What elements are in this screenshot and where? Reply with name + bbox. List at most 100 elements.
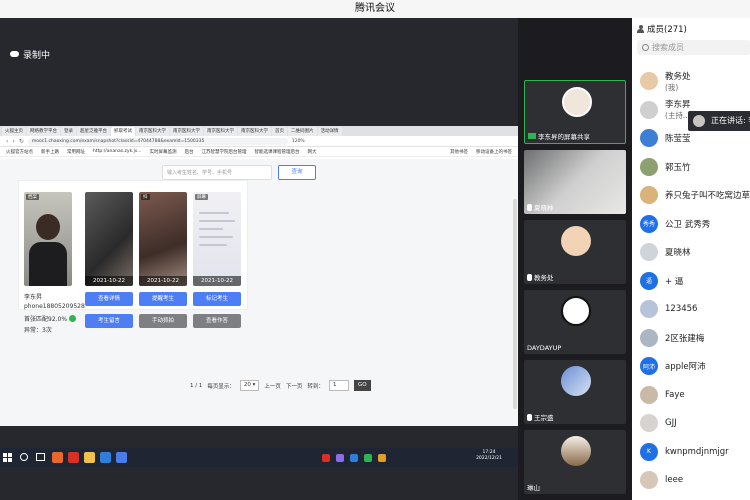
forward-icon[interactable]: › — [12, 138, 14, 145]
video-tile[interactable]: 教务处 — [524, 220, 626, 284]
member-item[interactable]: Kkwnpmdjnmjgr — [640, 442, 729, 461]
member-name-block: leee — [665, 475, 683, 485]
member-item[interactable]: 李东昇 (主持... — [640, 100, 691, 120]
browser-tab-active[interactable]: 抓取考试 — [111, 126, 135, 136]
bookmark-item[interactable]: 智能选课课程管理后台 — [255, 149, 300, 155]
next-page-link[interactable]: 下一页 — [286, 382, 303, 390]
member-item[interactable]: 陈莹莹 — [640, 129, 691, 147]
video-label-text: 教务处 — [534, 274, 554, 282]
url-field[interactable]: mooc1.chaoxing.com/exam/snapshot?classId… — [27, 137, 288, 145]
member-item[interactable]: leee — [640, 471, 683, 489]
prev-page-link[interactable]: 上一页 — [264, 382, 281, 390]
browser-tab[interactable]: 登录 — [61, 126, 76, 136]
member-item[interactable]: 夏晓林 — [640, 243, 691, 261]
avatar — [640, 157, 658, 176]
browser-tab[interactable]: 南京医科大学 — [136, 126, 169, 136]
video-tile[interactable]: 王宗盛 — [524, 360, 626, 424]
member-name: 夏晓林 — [665, 248, 691, 258]
tray-app-icon[interactable] — [350, 454, 358, 462]
folder-icon[interactable] — [84, 452, 95, 463]
member-name: 李东昇 — [665, 100, 691, 110]
go-button[interactable]: GO — [353, 380, 371, 391]
video-tile[interactable]: DAYDAYUP — [524, 290, 626, 354]
student-search-input[interactable]: 输入考生姓名、学号、手机号 — [162, 165, 272, 180]
bookmark-item[interactable]: http://ananas.zyk.js... — [93, 149, 142, 154]
recording-label: 录制中 — [23, 50, 51, 61]
video-label-text: DAYDAYUP — [527, 344, 562, 352]
browser-tab[interactable]: 火狐主页 — [2, 126, 26, 136]
browser-address-bar: ‹ › ↻ mooc1.chaoxing.com/exam/snapshot?c… — [0, 136, 518, 147]
tray-app-icon[interactable] — [336, 454, 344, 462]
avatar — [640, 300, 658, 318]
bookmark-item[interactable]: 新手上路 — [41, 149, 59, 155]
avatar: K — [640, 442, 658, 461]
firefox-icon[interactable] — [52, 452, 63, 463]
video-tile[interactable]: 李东昇的屏幕共享 — [524, 80, 626, 144]
browser-tab[interactable]: 南京医科大学 — [204, 126, 237, 136]
browser-tab[interactable]: 活动详情 — [317, 126, 342, 136]
task-view-icon[interactable] — [36, 453, 45, 461]
member-item[interactable]: 郭玉竹 — [640, 157, 691, 176]
recording-indicator[interactable]: 录制中 — [10, 47, 50, 61]
windows-start-icon[interactable] — [3, 453, 12, 462]
manual-capture-button[interactable]: 手动抓拍 — [139, 314, 187, 328]
bookmark-item[interactable]: 其他书签 — [450, 149, 468, 155]
app-icon[interactable] — [100, 452, 111, 463]
avatar — [561, 436, 591, 466]
browser-tab[interactable]: 首页 — [272, 126, 287, 136]
member-item[interactable]: 123456 — [640, 300, 697, 318]
remind-student-button[interactable]: 提醒考生 — [139, 292, 187, 306]
bookmark-item[interactable]: 网大 — [308, 149, 317, 155]
view-answers-button[interactable]: 查看作答 — [193, 314, 241, 328]
browser-tab[interactable]: 二维码图片 — [288, 126, 317, 136]
search-button[interactable]: 查询 — [278, 165, 316, 180]
member-name-block: 2区张建梅 — [665, 332, 704, 344]
bookmark-item[interactable]: 后台 — [185, 149, 194, 155]
browser-tab[interactable]: 南京医科大学 — [238, 126, 271, 136]
bookmark-item[interactable]: 移动设备上的书签 — [476, 149, 512, 155]
mark-student-button[interactable]: 标记考生 — [193, 292, 241, 306]
member-item[interactable]: GJJ — [640, 414, 677, 432]
zoom-level[interactable]: 120% — [292, 139, 305, 144]
view-detail-button[interactable]: 查看详情 — [85, 292, 133, 306]
member-item[interactable]: 阿沛 apple阿沛 — [640, 357, 706, 375]
capture-photo[interactable]: 抖 2021-10-22 — [139, 192, 187, 286]
capture-photo[interactable]: 2021-10-22 — [85, 192, 133, 286]
tray-app-icon[interactable] — [322, 454, 330, 462]
video-tile[interactable]: 夏晓林 — [524, 150, 626, 214]
tray-app-icon[interactable] — [364, 454, 372, 462]
avatar — [640, 186, 658, 204]
tray-app-icon[interactable] — [378, 454, 386, 462]
goto-page-input[interactable]: 1 — [328, 380, 349, 391]
wps-icon[interactable] — [68, 452, 79, 463]
browser-tab[interactable]: 南京医科大学 — [170, 126, 203, 136]
bookmark-item[interactable]: 常用网址 — [67, 149, 85, 155]
member-item[interactable]: Faye — [640, 385, 685, 404]
reload-icon[interactable]: ↻ — [19, 138, 24, 145]
member-item[interactable]: 养只兔子叫不吃窝边草 — [640, 186, 750, 204]
tencent-meeting-icon[interactable] — [116, 452, 127, 463]
member-item[interactable]: 教务处 (我) — [640, 72, 691, 92]
taskbar-clock[interactable]: 17:24 2022/12/21 — [476, 450, 502, 462]
member-item[interactable]: 2区张建梅 — [640, 328, 704, 347]
member-item[interactable]: 秀秀 公卫 武秀秀 — [640, 214, 710, 233]
avatar — [561, 296, 591, 326]
page-scrollbar[interactable] — [513, 199, 517, 409]
bookmark-item[interactable]: 火狐官方站点 — [6, 149, 33, 155]
browser-tab[interactable]: 超星泛雅平台 — [77, 126, 110, 136]
member-search-input[interactable]: 搜索成员 — [637, 40, 750, 55]
student-profile-photo[interactable]: 档案 — [24, 192, 72, 286]
search-icon[interactable] — [20, 453, 28, 461]
video-tile[interactable]: 琳山 — [524, 430, 626, 494]
bookmark-item[interactable]: 江苏智慧学院后台管理 — [202, 149, 247, 155]
page-indicator: 1 / 1 — [190, 382, 203, 389]
per-page-select[interactable]: 20 ▾ — [239, 380, 260, 391]
capture-screenshot[interactable]: 屏幕 2021-10-22 — [193, 192, 241, 286]
student-message-button[interactable]: 考生留言 — [85, 314, 133, 328]
clock-date: 2022/12/21 — [476, 456, 502, 461]
per-page-label: 每页显示： — [207, 383, 235, 390]
browser-tab[interactable]: 网络教学平台 — [27, 126, 60, 136]
bookmark-item[interactable]: 实时屏幕监测 — [150, 149, 177, 155]
back-icon[interactable]: ‹ — [6, 138, 8, 145]
member-item[interactable]: 逼 + 逼 — [640, 271, 683, 290]
